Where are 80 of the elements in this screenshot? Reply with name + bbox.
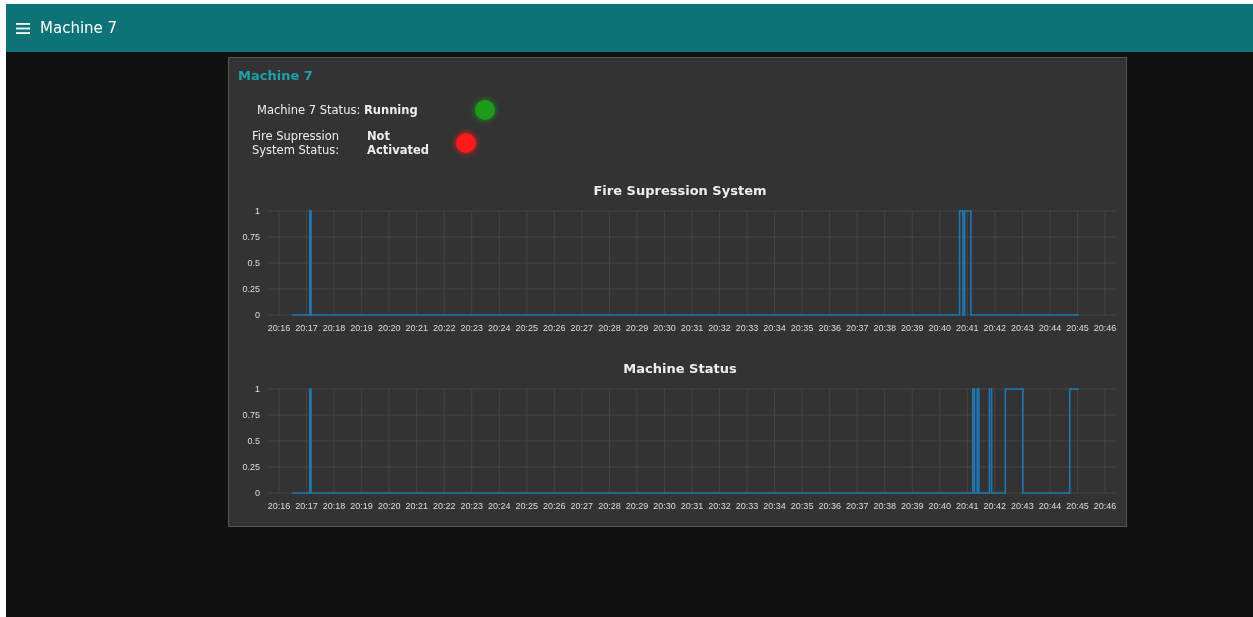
- x-tick-label: 20:40: [928, 501, 952, 511]
- y-tick-label: 0: [255, 310, 260, 320]
- x-tick-label: 20:45: [1066, 501, 1089, 511]
- x-tick-label: 20:30: [653, 323, 676, 333]
- x-tick-label: 20:17: [295, 501, 318, 511]
- y-tick-label: 1: [255, 206, 260, 216]
- x-tick-label: 20:26: [543, 501, 566, 511]
- x-tick-label: 20:16: [267, 323, 291, 333]
- x-tick-label: 20:37: [845, 501, 869, 511]
- chart-title: Machine Status: [622, 361, 738, 378]
- x-tick-label: 20:39: [901, 323, 924, 333]
- x-tick-label: 20:35: [790, 323, 814, 333]
- header-title: Machine 7: [40, 19, 118, 37]
- x-tick-label: 20:37: [845, 323, 869, 333]
- x-tick-label: 20:23: [460, 501, 483, 511]
- x-tick-label: 20:45: [1066, 323, 1089, 333]
- x-tick-label: 20:36: [818, 323, 841, 333]
- x-tick-label: 20:27: [570, 323, 594, 333]
- x-tick-label: 20:20: [377, 323, 401, 333]
- x-tick-label: 20:22: [432, 323, 456, 333]
- y-tick-label: 0.75: [242, 232, 260, 242]
- x-tick-label: 20:43: [1011, 501, 1034, 511]
- x-tick-label: 20:42: [983, 323, 1007, 333]
- y-tick-label: 0.25: [242, 462, 260, 472]
- x-tick-label: 20:44: [1038, 501, 1062, 511]
- x-tick-label: 20:40: [928, 323, 952, 333]
- x-tick-label: 20:19: [350, 323, 373, 333]
- x-tick-label: 20:42: [983, 501, 1007, 511]
- x-tick-label: 20:32: [708, 501, 731, 511]
- x-tick-label: 20:29: [625, 501, 649, 511]
- x-tick-label: 20:46: [1093, 501, 1117, 511]
- y-tick-label: 0.75: [242, 410, 260, 420]
- x-tick-label: 20:29: [625, 323, 649, 333]
- x-tick-label: 20:31: [680, 323, 704, 333]
- x-tick-label: 20:21: [405, 501, 428, 511]
- x-tick-label: 20:33: [735, 323, 759, 333]
- x-tick-label: 20:31: [680, 501, 704, 511]
- x-tick-label: 20:19: [350, 501, 373, 511]
- chart-title: Fire Supression System: [592, 183, 768, 200]
- x-tick-label: 20:16: [267, 501, 291, 511]
- status-label: Fire Supression System Status:: [252, 129, 341, 157]
- menu-icon[interactable]: [16, 22, 30, 34]
- x-tick-label: 20:18: [322, 501, 346, 511]
- x-tick-label: 20:34: [763, 501, 786, 511]
- y-tick-label: 0.5: [247, 436, 260, 446]
- x-tick-label: 20:21: [405, 323, 428, 333]
- x-tick-label: 20:41: [956, 501, 979, 511]
- x-tick-label: 20:24: [488, 323, 511, 333]
- x-tick-label: 20:27: [570, 501, 594, 511]
- x-tick-label: 20:43: [1011, 323, 1034, 333]
- x-tick-label: 20:30: [653, 501, 676, 511]
- x-tick-label: 20:32: [708, 323, 731, 333]
- x-tick-label: 20:33: [735, 501, 759, 511]
- y-tick-label: 0.25: [242, 284, 260, 294]
- x-tick-label: 20:24: [488, 501, 511, 511]
- x-tick-label: 20:38: [873, 501, 896, 511]
- x-tick-label: 20:20: [377, 501, 401, 511]
- x-tick-label: 20:46: [1093, 323, 1117, 333]
- x-tick-label: 20:36: [818, 501, 841, 511]
- x-tick-label: 20:38: [873, 323, 896, 333]
- card-title: Machine 7: [238, 68, 314, 83]
- y-tick-label: 0.5: [247, 258, 260, 268]
- x-tick-label: 20:25: [515, 323, 539, 333]
- status-text: Machine 7 Status: Running: [257, 103, 419, 117]
- x-tick-label: 20:41: [956, 323, 979, 333]
- x-tick-label: 20:18: [322, 323, 346, 333]
- x-tick-label: 20:34: [763, 323, 786, 333]
- y-tick-label: 1: [255, 384, 260, 394]
- x-tick-label: 20:44: [1038, 323, 1062, 333]
- x-tick-label: 20:28: [598, 501, 621, 511]
- x-tick-label: 20:22: [432, 501, 456, 511]
- x-tick-label: 20:39: [901, 501, 924, 511]
- x-tick-label: 20:25: [515, 501, 539, 511]
- x-tick-label: 20:17: [295, 323, 318, 333]
- status-value: Not Activated: [367, 129, 430, 157]
- x-tick-label: 20:35: [790, 501, 814, 511]
- y-tick-label: 0: [255, 488, 260, 498]
- x-tick-label: 20:23: [460, 323, 483, 333]
- x-tick-label: 20:26: [543, 323, 566, 333]
- x-tick-label: 20:28: [598, 323, 621, 333]
